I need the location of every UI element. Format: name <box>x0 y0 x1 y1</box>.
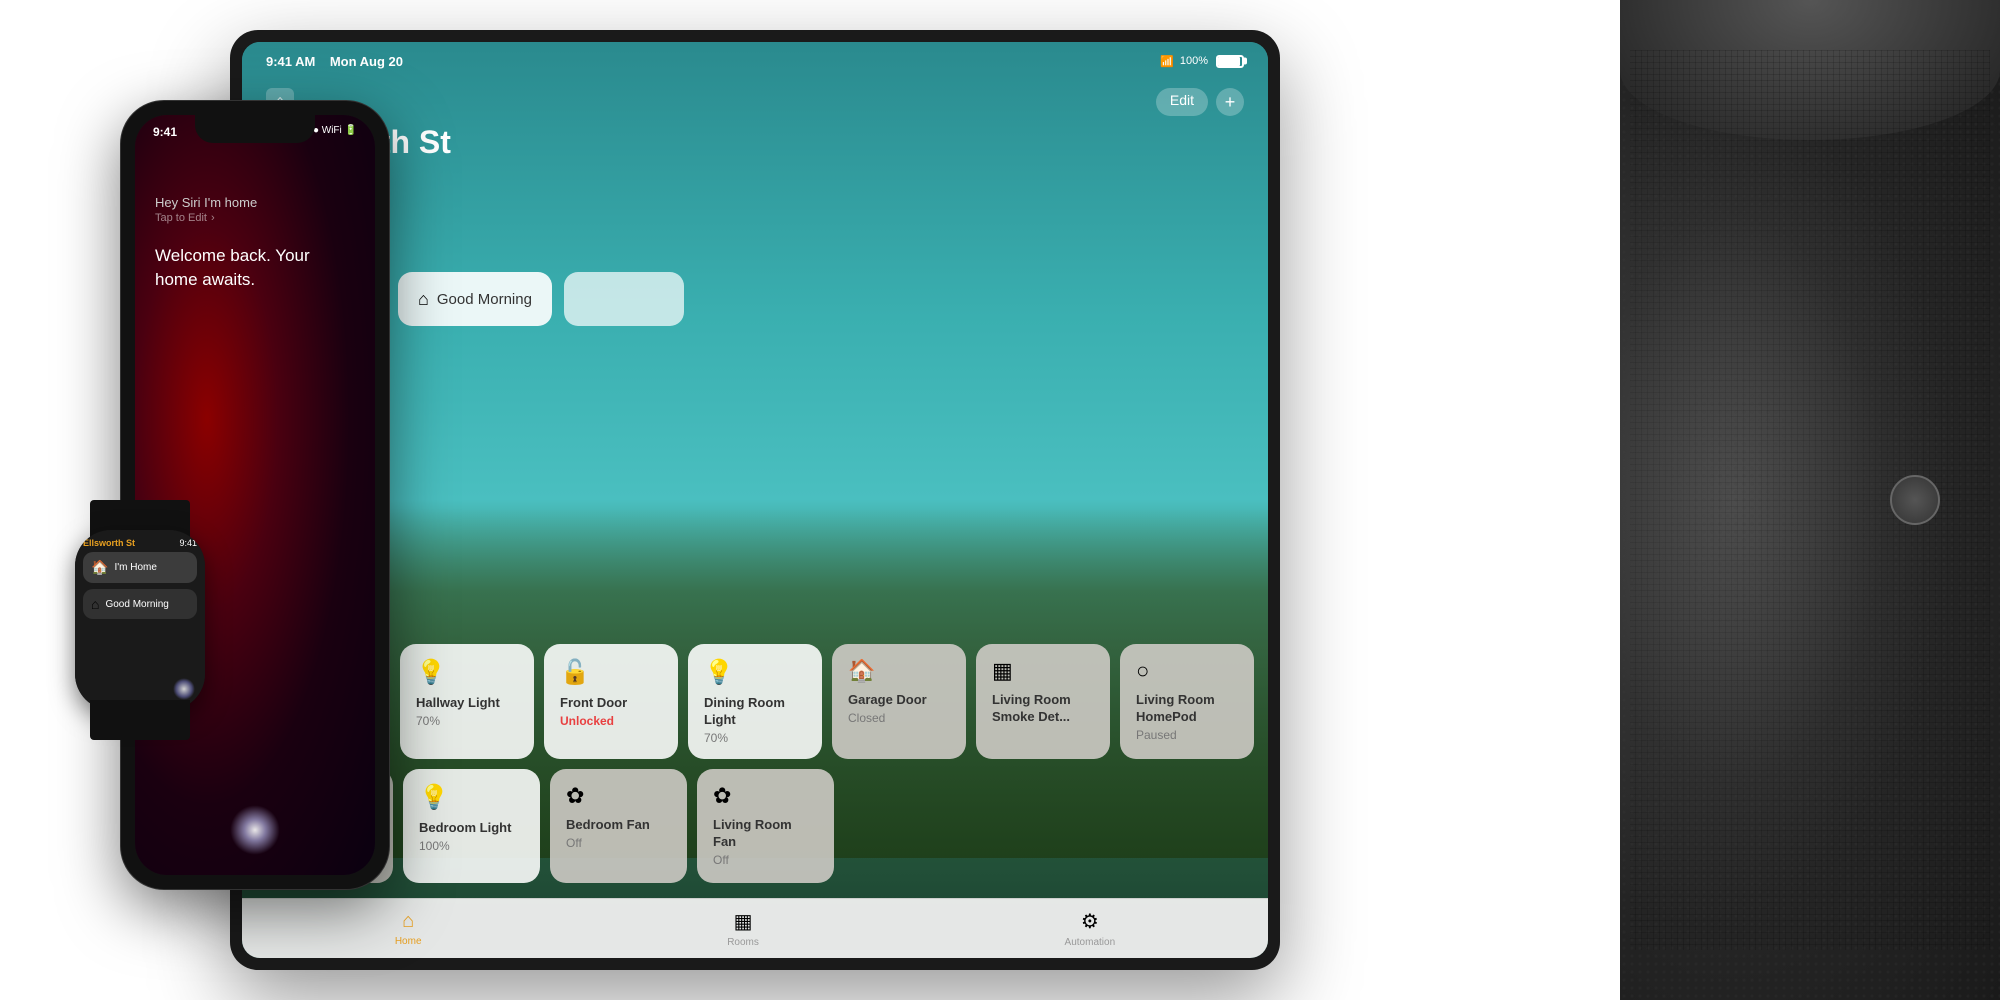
good-morning-label: Good Morning <box>437 291 532 308</box>
siri-response: Welcome back. Your home awaits. <box>155 244 355 292</box>
watch-morning-icon: ⌂ <box>91 596 99 612</box>
tab-home[interactable]: ⌂ Home <box>395 910 422 947</box>
tab-automation-icon: ⚙ <box>1081 909 1099 934</box>
tiles-row-1: ≡ Living RoomShades Open 💡 Hallway Light… <box>256 644 1254 759</box>
tile-smoke-detector[interactable]: ▦ Living Room Smoke Det... <box>976 644 1110 759</box>
tile-status: 70% <box>704 731 806 745</box>
iphone-screen: 9:41 ●●● WiFi 🔋 Hey Siri I'm home Tap to… <box>135 115 375 875</box>
tile-homepod[interactable]: ○ Living Room HomePod Paused <box>1120 644 1254 759</box>
ipad-tiles: ≡ Living RoomShades Open 💡 Hallway Light… <box>242 644 1268 893</box>
tile-name: Garage Door <box>848 692 950 709</box>
scene: 9:41 AM Mon Aug 20 📶 100% ⌂ <box>0 0 2000 1000</box>
good-morning-icon: ⌂ <box>418 289 429 310</box>
watch-body: Ellsworth St 9:41 🏠 I'm Home ⌂ Good Morn… <box>75 530 205 710</box>
tile-garage-door[interactable]: 🏠 Garage Door Closed <box>832 644 966 759</box>
homepod-body <box>1620 0 2000 1000</box>
subtitle-line1: unlocked. <box>266 165 1244 185</box>
ipad-time: 9:41 AM Mon Aug 20 <box>266 54 403 69</box>
ipad-navbar: ⌂ Edit + <box>266 88 1244 116</box>
watch-time: 9:41 <box>179 538 197 548</box>
ipad-statusbar: 9:41 AM Mon Aug 20 📶 100% <box>242 42 1268 80</box>
smoke-icon: ▦ <box>992 658 1094 684</box>
lock-icon: 🔓 <box>560 658 662 687</box>
ipad-header: ⌂ Edit + Ellsworth St unlocked. blinds o… <box>242 80 1268 205</box>
scene-button-good-morning[interactable]: ⌂ Good Morning <box>398 272 552 326</box>
ipad-tabbar: ⌂ Home ▦ Rooms ⚙ Automation <box>242 898 1268 958</box>
chevron-icon: › <box>211 212 215 224</box>
siri-tap-to-edit[interactable]: Tap to Edit › <box>155 212 355 224</box>
tile-name: Dining Room Light <box>704 695 806 729</box>
tile-name: Front Door <box>560 695 662 712</box>
watch-card-good-morning[interactable]: ⌂ Good Morning <box>83 589 197 619</box>
watch-card-morning-label: Good Morning <box>105 599 168 610</box>
subtitle-line2: blinds open. <box>266 185 1244 205</box>
bedroom-fan-icon: ✿ <box>566 783 671 809</box>
watch-card-im-home[interactable]: 🏠 I'm Home <box>83 552 197 583</box>
add-button[interactable]: + <box>1216 88 1244 116</box>
ipad-nav-right: Edit + <box>1156 88 1244 116</box>
battery-label: 100% <box>1180 55 1208 67</box>
tile-name: Living Room HomePod <box>1136 692 1238 726</box>
tile-name: Bedroom Light <box>419 820 524 837</box>
tile-status: Off <box>713 853 818 867</box>
siri-prompt: Hey Siri I'm home <box>155 195 355 210</box>
bedroom-light-icon: 💡 <box>419 783 524 812</box>
tile-status-unlocked: Unlocked <box>560 714 662 728</box>
apple-watch: Ellsworth St 9:41 🏠 I'm Home ⌂ Good Morn… <box>60 500 220 740</box>
watch-home-icon: 🏠 <box>91 559 108 576</box>
ipad-scenes: ⌂ Good Morning <box>266 272 1244 326</box>
battery-icon <box>1216 55 1244 68</box>
tile-name: Living Room Smoke Det... <box>992 692 1094 726</box>
tab-rooms[interactable]: ▦ Rooms <box>727 909 759 948</box>
tile-living-room-fan[interactable]: ✿ Living Room Fan Off <box>697 769 834 883</box>
tile-status: Closed <box>848 711 950 725</box>
tile-dining-room-light[interactable]: 💡 Dining Room Light 70% <box>688 644 822 759</box>
tile-name: Hallway Light <box>416 695 518 712</box>
living-room-fan-icon: ✿ <box>713 783 818 809</box>
tile-bedroom-fan[interactable]: ✿ Bedroom Fan Off <box>550 769 687 883</box>
watch-card-label: I'm Home <box>114 562 156 573</box>
watch-screen: Ellsworth St 9:41 🏠 I'm Home ⌂ Good Morn… <box>75 530 205 710</box>
ipad-screen: 9:41 AM Mon Aug 20 📶 100% ⌂ <box>242 42 1268 958</box>
iphone-notch <box>195 115 315 143</box>
edit-button[interactable]: Edit <box>1156 88 1208 116</box>
tile-bedroom-light[interactable]: 💡 Bedroom Light 100% <box>403 769 540 883</box>
light-icon: 💡 <box>416 658 518 687</box>
tab-rooms-label: Rooms <box>727 937 759 948</box>
tile-hallway-light[interactable]: 💡 Hallway Light 70% <box>400 644 534 759</box>
watch-statusbar: Ellsworth St 9:41 <box>83 538 197 548</box>
watch-band-bottom <box>90 700 190 740</box>
homepod <box>1620 0 2000 1000</box>
tab-automation-label: Automation <box>1065 937 1116 948</box>
watch-siri-indicator <box>173 678 195 700</box>
ipad-status-icons: 📶 100% <box>1160 55 1244 68</box>
tile-name: Bedroom Fan <box>566 817 671 834</box>
wifi-icon: 📶 <box>1160 55 1174 68</box>
tile-name: Living Room Fan <box>713 817 818 851</box>
homepod-icon: ○ <box>1136 658 1238 684</box>
dining-light-icon: 💡 <box>704 658 806 687</box>
tiles-row-2: ≡ Bedroom Shades Closed 💡 Bedroom Light … <box>256 769 1254 883</box>
tile-status: Paused <box>1136 728 1238 742</box>
iphone-device: 9:41 ●●● WiFi 🔋 Hey Siri I'm home Tap to… <box>120 100 390 890</box>
location-title: Ellsworth St <box>266 124 1244 161</box>
tile-status: Off <box>566 836 671 850</box>
homepod-button[interactable] <box>1890 475 1940 525</box>
iphone-time: 9:41 <box>153 125 177 139</box>
tile-front-door[interactable]: 🔓 Front Door Unlocked <box>544 644 678 759</box>
tile-status: 100% <box>419 839 524 853</box>
watch-location: Ellsworth St <box>83 538 135 548</box>
tab-automation[interactable]: ⚙ Automation <box>1065 909 1116 948</box>
iphone-content: Hey Siri I'm home Tap to Edit › Welcome … <box>135 195 375 292</box>
tab-home-icon: ⌂ <box>402 910 414 933</box>
scene-button-extra[interactable] <box>564 272 684 326</box>
tab-home-label: Home <box>395 936 422 947</box>
siri-orb <box>230 805 280 855</box>
garage-icon: 🏠 <box>848 658 950 684</box>
tab-rooms-icon: ▦ <box>734 909 753 934</box>
tile-status: 70% <box>416 714 518 728</box>
